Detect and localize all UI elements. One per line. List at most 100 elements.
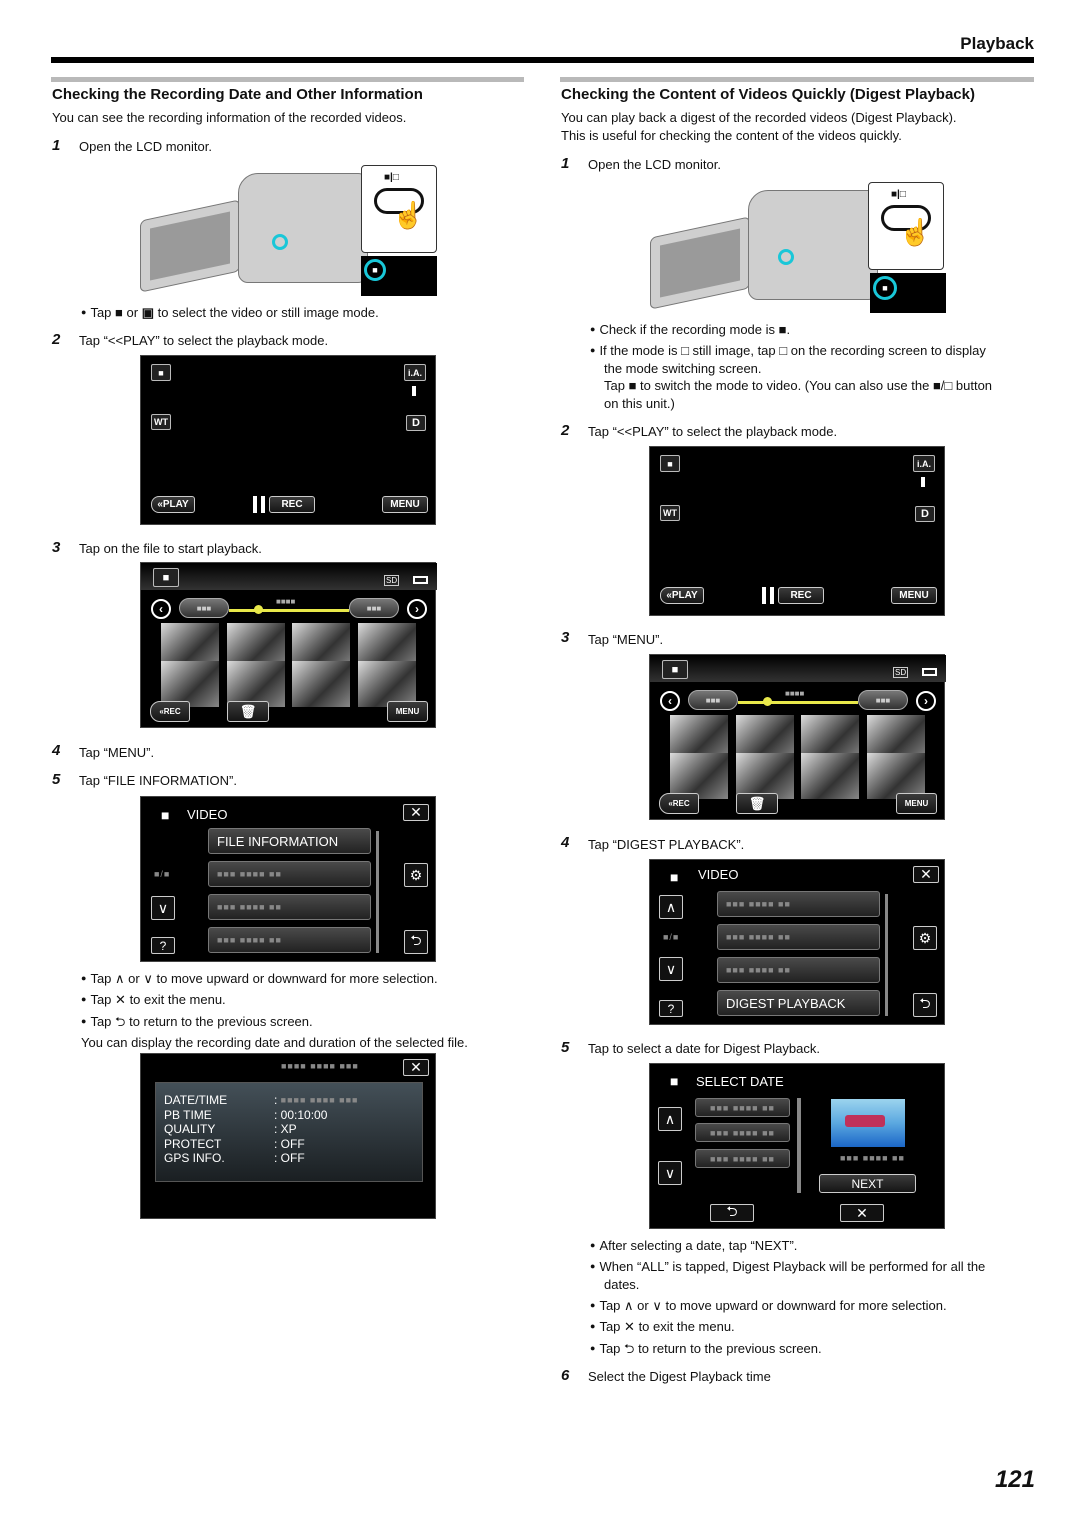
menu-item[interactable]: ■■■ ■■■■ ■■ — [208, 861, 371, 887]
return-icon: ⮌ — [115, 1014, 126, 1029]
d-button[interactable]: D — [915, 506, 935, 522]
menu-item[interactable]: ■■■ ■■■■ ■■ — [208, 927, 371, 953]
play-button[interactable]: «PLAY — [151, 496, 195, 513]
menu-item[interactable]: ■■■ ■■■■ ■■ — [208, 894, 371, 920]
back-button[interactable]: ⮌ — [404, 930, 428, 954]
rec-button[interactable]: REC — [778, 587, 824, 604]
rec-button[interactable]: REC — [269, 496, 315, 513]
step-text: Select the Digest Playback time — [588, 1369, 771, 1384]
seaplane-shape — [845, 1115, 885, 1127]
help-button[interactable]: ? — [151, 937, 175, 954]
rec-button[interactable]: «REC — [150, 701, 190, 722]
d-button[interactable]: D — [406, 415, 426, 431]
next-arrow-button[interactable]: › — [407, 599, 427, 619]
thumbnail[interactable] — [801, 753, 859, 799]
video-mode-button[interactable]: ■ — [153, 568, 179, 587]
step-number: 1 — [52, 137, 61, 154]
prev-date-button[interactable]: ■■■ — [179, 598, 229, 618]
bullet-item: Check if the recording mode is ■. — [590, 321, 790, 340]
help-button[interactable]: ? — [659, 1000, 683, 1017]
video-mode-button[interactable]: ■ — [662, 660, 688, 679]
step-text: Tap to select a date for Digest Playback… — [588, 1041, 820, 1056]
menu-item[interactable]: ■■■ ■■■■ ■■ — [717, 924, 880, 950]
menu-button[interactable]: MENU — [387, 701, 428, 722]
left-intro: You can see the recording information of… — [52, 110, 407, 125]
step-text: Tap “FILE INFORMATION”. — [79, 773, 237, 788]
step-text: Tap on the file to start playback. — [79, 541, 262, 556]
scroll-down-button[interactable]: ∨ — [151, 896, 175, 920]
index-screen: ■ SD ‹ ■■■ ■■■■ ■■■ › «REC 🗑 MENU — [140, 562, 437, 728]
chevron-up-icon: ∧ — [664, 1110, 676, 1127]
scrollbar[interactable] — [797, 1098, 801, 1193]
play-button[interactable]: «PLAY — [660, 587, 704, 604]
date-item[interactable]: ■■■ ■■■■ ■■ — [695, 1098, 790, 1117]
scrollbar[interactable] — [885, 894, 888, 1016]
right-section-title: Checking the Content of Videos Quickly (… — [561, 86, 975, 103]
step-text: Open the LCD monitor. — [588, 157, 721, 172]
prev-arrow-button[interactable]: ‹ — [660, 691, 680, 711]
timeline-slider[interactable] — [738, 701, 858, 704]
close-button[interactable]: ✕ — [913, 866, 939, 883]
wt-button[interactable]: WT — [151, 414, 171, 430]
date-item[interactable]: ■■■ ■■■■ ■■ — [695, 1123, 790, 1142]
timeline-slider[interactable] — [229, 609, 349, 612]
menu-item-file-information[interactable]: FILE INFORMATION — [208, 828, 371, 854]
slider-handle[interactable] — [254, 605, 263, 614]
page-number: 121 — [994, 1466, 1035, 1493]
scroll-up-button[interactable]: ∧ — [658, 1107, 682, 1131]
scroll-down-button[interactable]: ∨ — [659, 957, 683, 981]
slider-handle[interactable] — [763, 697, 772, 706]
menu-button[interactable]: MENU — [891, 587, 937, 604]
close-button[interactable]: ✕ — [403, 804, 429, 821]
settings-button[interactable]: ⚙ — [404, 863, 428, 887]
ia-button[interactable]: i.A. — [404, 364, 426, 381]
date-label: ■■■■ — [276, 597, 296, 606]
wt-button[interactable]: WT — [660, 505, 680, 521]
bullet-continuation: the mode switching screen. — [604, 361, 762, 376]
next-button[interactable]: NEXT — [819, 1174, 916, 1193]
next-date-button[interactable]: ■■■ — [349, 598, 399, 618]
next-date-button[interactable]: ■■■ — [858, 690, 908, 710]
close-button[interactable]: ✕ — [840, 1204, 884, 1222]
next-arrow-button[interactable]: › — [916, 691, 936, 711]
video-mode-button[interactable]: ■ — [660, 455, 680, 472]
menu-button[interactable]: MENU — [382, 496, 428, 513]
ia-button[interactable]: i.A. — [913, 455, 935, 472]
menu-item[interactable]: ■■■ ■■■■ ■■ — [717, 891, 880, 917]
chevron-down-icon: ∨ — [652, 1298, 662, 1313]
delete-button[interactable]: 🗑 — [736, 793, 778, 814]
close-icon: ✕ — [410, 1059, 422, 1075]
close-button[interactable]: ✕ — [403, 1059, 429, 1076]
preview-thumbnail — [831, 1099, 905, 1147]
thumbnail[interactable] — [292, 661, 350, 707]
mode-indicator-box: ■ — [361, 256, 437, 296]
bullet-item: When “ALL” is tapped, Digest Playback wi… — [590, 1258, 985, 1277]
close-icon: ✕ — [624, 1319, 635, 1334]
video-mode-button[interactable]: ■ — [151, 364, 171, 381]
date-item[interactable]: ■■■ ■■■■ ■■ — [695, 1149, 790, 1168]
return-icon: ⮌ — [726, 1203, 738, 1219]
chevron-up-icon: ∧ — [665, 898, 677, 915]
rec-button[interactable]: «REC — [659, 793, 699, 814]
menu-button[interactable]: MENU — [896, 793, 937, 814]
header-rule — [51, 57, 1034, 63]
bullet-item: Tap ⮌ to return to the previous screen. — [81, 1013, 312, 1032]
scrollbar[interactable] — [376, 831, 379, 953]
prev-date-button[interactable]: ■■■ — [688, 690, 738, 710]
pause-icon — [253, 496, 265, 513]
scroll-down-button[interactable]: ∨ — [658, 1161, 682, 1185]
delete-button[interactable]: 🗑 — [227, 701, 269, 722]
video-icon: ■ — [161, 807, 170, 823]
back-button[interactable]: ⮌ — [913, 993, 937, 1017]
step-text: Tap “<<PLAY” to select the playback mode… — [588, 424, 838, 439]
info-row-gps: GPS INFO.: OFF — [164, 1151, 305, 1165]
hand-pointer-icon: ☝ — [392, 200, 425, 230]
menu-item-digest-playback[interactable]: DIGEST PLAYBACK — [717, 990, 880, 1016]
step-text: Tap “MENU”. — [588, 632, 664, 647]
scroll-up-button[interactable]: ∧ — [659, 895, 683, 919]
section-rule-right — [560, 77, 1034, 82]
menu-item[interactable]: ■■■ ■■■■ ■■ — [717, 957, 880, 983]
back-button[interactable]: ⮌ — [710, 1203, 754, 1222]
prev-arrow-button[interactable]: ‹ — [151, 599, 171, 619]
settings-button[interactable]: ⚙ — [913, 926, 937, 950]
